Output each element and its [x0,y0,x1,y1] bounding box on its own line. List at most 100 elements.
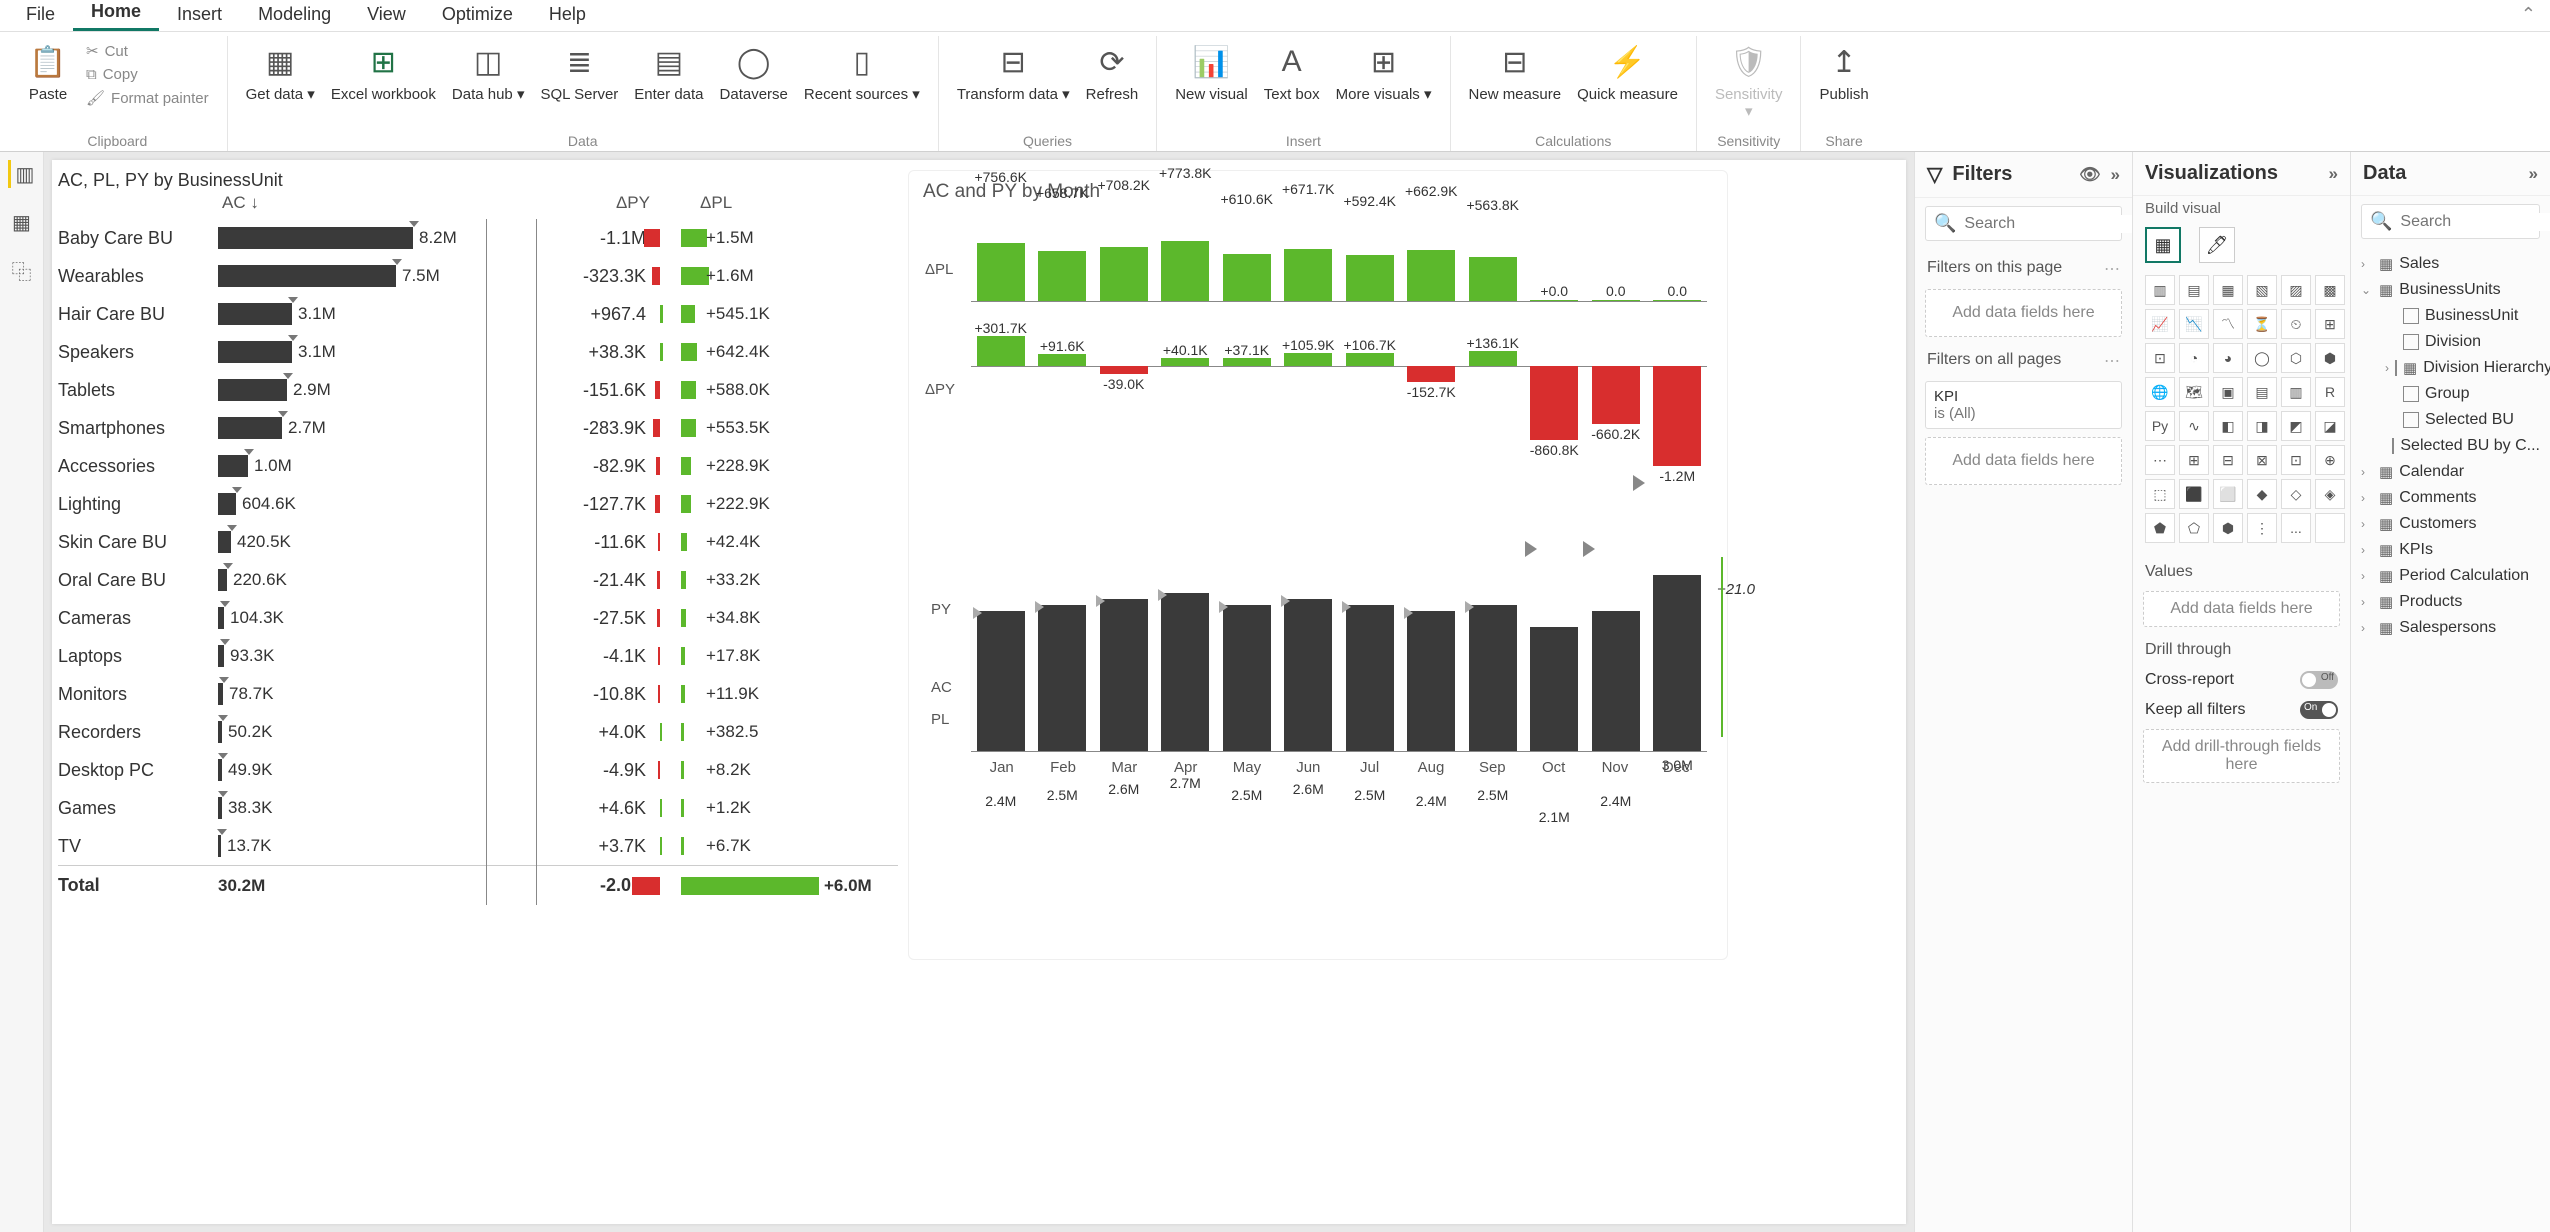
viz-type-icon[interactable]: ⬚ [2145,479,2175,509]
build-visual-tab[interactable]: ▦ [2145,227,2181,263]
viz-type-icon[interactable]: ◨ [2247,411,2277,441]
table-item[interactable]: ›▦Sales [2359,251,2542,277]
viz-type-icon[interactable]: ⊞ [2315,309,2345,339]
sql-button[interactable]: ≣SQL Server [534,36,624,107]
table-row[interactable]: Skin Care BU 420.5K -11.6K +42.4K [58,523,898,561]
data-search[interactable]: 🔍 [2361,204,2540,239]
viz-type-icon[interactable]: ⋮ [2247,513,2277,543]
expand-viz-icon[interactable]: » [2329,164,2338,184]
expand-filters-icon[interactable]: » [2111,165,2120,185]
viz-type-icon[interactable]: ◯ [2247,343,2277,373]
more-visuals-button[interactable]: ⊞More visuals ▾ [1330,36,1438,107]
table-item[interactable]: ›▦Comments [2359,485,2542,511]
viz-type-icon[interactable]: ⊞ [2179,445,2209,475]
field-item[interactable]: Division [2359,329,2542,355]
paste-button[interactable]: 📋Paste [20,36,76,107]
table-row[interactable]: Baby Care BU 8.2M -1.1M +1.5M [58,219,898,257]
tab-help[interactable]: Help [531,0,604,31]
table-row[interactable]: Speakers 3.1M +38.3K +642.4K [58,333,898,371]
tab-insert[interactable]: Insert [159,0,240,31]
model-view-icon[interactable]: ⿻ [8,256,36,284]
viz-type-icon[interactable]: ⊡ [2281,445,2311,475]
viz-type-icon[interactable]: ▨ [2281,275,2311,305]
field-item[interactable]: ›▦Division Hierarchy [2359,355,2542,381]
viz-type-icon[interactable]: ... [2281,513,2311,543]
more-icon[interactable]: ⋯ [2104,259,2120,279]
table-row[interactable]: Games 38.3K +4.6K +1.2K [58,789,898,827]
data-hub-button[interactable]: ◫Data hub ▾ [446,36,531,107]
text-box-button[interactable]: AText box [1258,36,1326,107]
viz-type-icon[interactable]: ⬡ [2281,343,2311,373]
viz-type-icon[interactable]: ▧ [2247,275,2277,305]
new-visual-button[interactable]: 📊New visual [1169,36,1254,107]
viz-type-icon[interactable]: ⬢ [2213,513,2243,543]
viz-type-icon[interactable]: ▤ [2247,377,2277,407]
viz-type-icon[interactable]: ▣ [2213,377,2243,407]
play-icon-2[interactable] [1525,541,1537,557]
viz-type-icon[interactable]: ⬢ [2315,343,2345,373]
col-dpy[interactable]: ΔPY [490,193,650,213]
publish-button[interactable]: ↥Publish [1813,36,1874,107]
viz-type-icon[interactable]: ◧ [2213,411,2243,441]
table-row[interactable]: Laptops 93.3K -4.1K +17.8K [58,637,898,675]
col-dpl[interactable]: ΔPL [650,193,850,213]
tab-file[interactable]: File [8,0,73,31]
excel-button[interactable]: ⊞Excel workbook [325,36,442,107]
field-item[interactable]: Selected BU by C... [2359,433,2542,459]
table-row[interactable]: Lighting 604.6K -127.7K +222.9K [58,485,898,523]
viz-type-icon[interactable]: ⬠ [2179,513,2209,543]
format-visual-tab[interactable]: 🖊 [2199,227,2235,263]
viz-type-icon[interactable]: ◆ [2247,479,2277,509]
field-item[interactable]: Selected BU [2359,407,2542,433]
viz-type-icon[interactable]: ◇ [2281,479,2311,509]
format-painter-button[interactable]: 🖌 Format painter [80,87,215,109]
viz-type-icon[interactable]: 🗺 [2179,377,2209,407]
table-item[interactable]: ›▦Calendar [2359,459,2542,485]
tab-optimize[interactable]: Optimize [424,0,531,31]
col-ac[interactable]: AC ↓ [222,193,490,213]
viz-type-icon[interactable]: ⊟ [2213,445,2243,475]
bu-table-visual[interactable]: AC, PL, PY by BusinessUnit AC ↓ ΔPY ΔPL … [58,170,898,950]
filters-search[interactable]: 🔍 [1925,206,2122,241]
viz-type-icon[interactable]: 📉 [2179,309,2209,339]
tab-home[interactable]: Home [73,0,159,31]
viz-type-icon[interactable]: 〽 [2213,309,2243,339]
tab-view[interactable]: View [349,0,424,31]
hide-icon[interactable]: 👁 [2079,165,2101,185]
data-view-icon[interactable]: ▦ [8,208,36,236]
filters-all-drop[interactable]: Add data fields here [1925,437,2122,485]
viz-type-icon[interactable] [2315,513,2345,543]
ribbon-collapse-icon[interactable]: ⌃ [2507,0,2550,31]
quick-measure-button[interactable]: ⚡Quick measure [1571,36,1684,107]
new-measure-button[interactable]: ⊟New measure [1463,36,1568,107]
report-view-icon[interactable]: ▥ [8,160,36,188]
tab-modeling[interactable]: Modeling [240,0,349,31]
recent-sources-button[interactable]: ▯Recent sources ▾ [798,36,926,107]
viz-type-icon[interactable]: ∿ [2179,411,2209,441]
table-row[interactable]: Cameras 104.3K -27.5K +34.8K [58,599,898,637]
viz-type-icon[interactable]: ◪ [2315,411,2345,441]
viz-type-icon[interactable]: ▥ [2281,377,2311,407]
viz-type-icon[interactable]: ▥ [2145,275,2175,305]
enter-data-button[interactable]: ▤Enter data [628,36,709,107]
expand-data-icon[interactable]: » [2529,164,2538,184]
table-row[interactable]: Desktop PC 49.9K -4.9K +8.2K [58,751,898,789]
viz-type-icon[interactable]: Py [2145,411,2175,441]
field-item[interactable]: Group [2359,381,2542,407]
values-drop[interactable]: Add data fields here [2143,591,2340,627]
viz-type-icon[interactable]: ⋯ [2145,445,2175,475]
table-item[interactable]: ›▦Customers [2359,511,2542,537]
dataverse-button[interactable]: ◯Dataverse [714,36,794,107]
table-row[interactable]: Tablets 2.9M -151.6K +588.0K [58,371,898,409]
table-item[interactable]: ›▦Products [2359,589,2542,615]
table-row[interactable]: Recorders 50.2K +4.0K +382.5 [58,713,898,751]
viz-type-icon[interactable]: ◔ [2179,343,2209,373]
more-icon-2[interactable]: ⋯ [2104,351,2120,371]
viz-type-icon[interactable]: ⏳ [2247,309,2277,339]
drill-drop[interactable]: Add drill-through fields here [2143,729,2340,783]
field-item[interactable]: BusinessUnit [2359,303,2542,329]
play-icon-3[interactable] [1583,541,1595,557]
viz-type-icon[interactable]: ⬟ [2145,513,2175,543]
viz-type-icon[interactable]: ◕ [2213,343,2243,373]
viz-type-icon[interactable]: 🌐 [2145,377,2175,407]
